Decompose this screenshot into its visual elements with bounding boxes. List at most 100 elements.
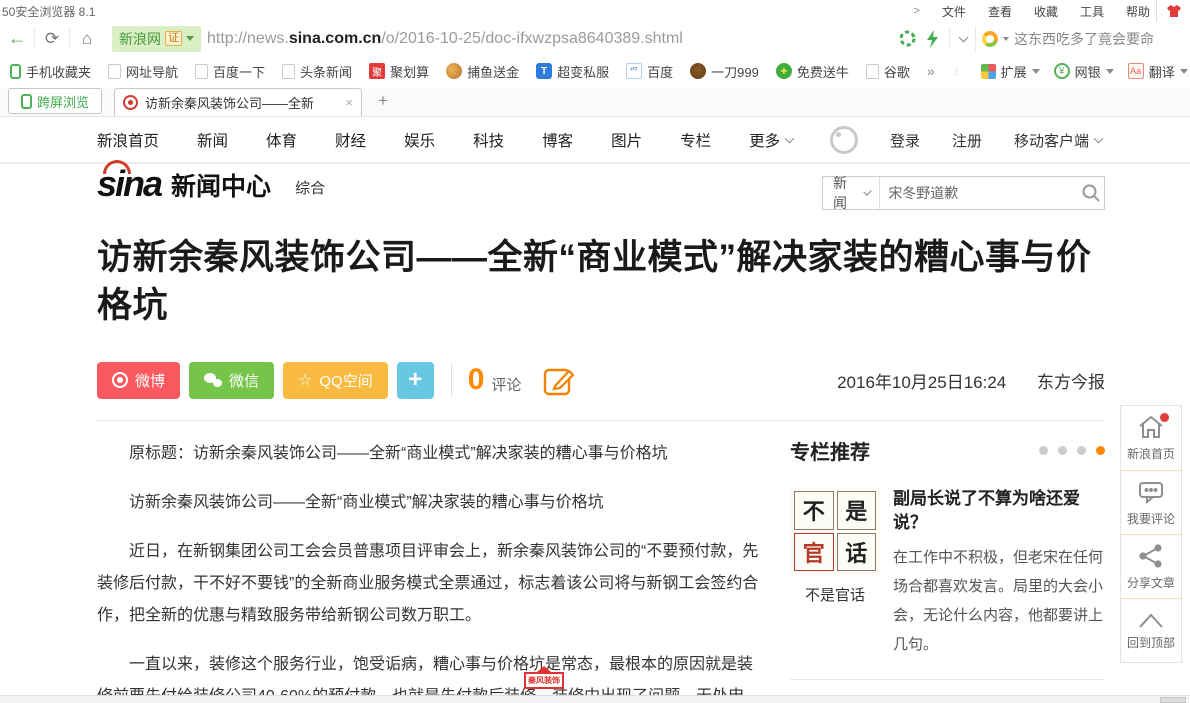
recommend-item[interactable]: 不 是 官 话 不是官话 副局长说了不算为啥还爱说？ 在工作中不积极，但老宋在任… (790, 487, 1105, 659)
menu-overflow-icon[interactable]: > (913, 5, 919, 17)
url-field[interactable]: http://news.sina.com.cn/o/2016-10-25/doc… (207, 30, 891, 48)
search-engine-dropdown-icon[interactable] (1003, 37, 1009, 41)
article-paragraph: 近日，在新钢集团公司工会会员普惠项目评审会上，新余秦风装饰公司的“不要预付款，先… (97, 536, 765, 632)
shirt-icon (1166, 4, 1182, 18)
tab-close-icon[interactable]: × (345, 95, 353, 110)
article-watermark: 秦风装饰 (524, 666, 564, 689)
calligraphy-image: 不 是 官 话 (790, 487, 880, 575)
home-button[interactable]: ⌂ (70, 26, 104, 52)
nav-sports[interactable]: 体育 (266, 129, 297, 151)
carousel-dot[interactable] (1077, 446, 1086, 455)
bookmark-baidu-search[interactable]: 百度一下 (195, 62, 265, 81)
recommend-thumbnail[interactable]: 不 是 官 话 不是官话 (790, 487, 880, 659)
share-more-button[interactable]: + (397, 362, 434, 399)
search-input[interactable] (880, 185, 1077, 201)
bookmark-free-cow[interactable]: + 免费送牛 (776, 62, 849, 81)
share-row: 微博 微信 ☆ QQ空间 + 0 评论 (97, 360, 575, 400)
bookmark-sifu[interactable]: T 超变私服 (536, 62, 609, 81)
thumbnail-caption: 不是官话 (790, 584, 880, 605)
bookmark-label: 百度 (647, 62, 673, 81)
wechat-icon (204, 373, 222, 387)
bookmark-label: 手机收藏夹 (26, 62, 91, 81)
cross-screen-button[interactable]: 跨屏浏览 (8, 88, 102, 114)
new-tab-button[interactable]: + (370, 89, 396, 113)
back-button[interactable]: ← (0, 26, 34, 52)
sina-logo[interactable]: sina (97, 166, 161, 202)
comment-label[interactable]: 评论 (491, 374, 521, 395)
paw-icon: 爫 (626, 63, 642, 79)
mobile-client-link[interactable]: 移动客户端 (1014, 130, 1102, 151)
toolbar-share[interactable]: 分享文章 (1121, 534, 1181, 598)
bottom-scrollbar[interactable] (0, 695, 1190, 703)
bookmarks-overflow-button[interactable]: » (927, 63, 935, 79)
nav-tech[interactable]: 科技 (473, 129, 504, 151)
site-identity-badge[interactable]: 新浪网 证 (112, 26, 201, 52)
share-weibo-button[interactable]: 微博 (97, 362, 180, 399)
nav-sina-home[interactable]: 新浪首页 (97, 129, 159, 151)
menu-tools[interactable]: 工具 (1080, 3, 1104, 20)
url-prefix: http://news. (207, 30, 289, 48)
menu-help[interactable]: 帮助 (1126, 3, 1150, 20)
pinwheel-icon[interactable] (899, 30, 916, 47)
phone-icon (10, 64, 21, 79)
bookmark-google[interactable]: 谷歌 (866, 62, 910, 81)
bookmark-nav-site[interactable]: 网址导航 (108, 62, 178, 81)
nav-ent[interactable]: 娱乐 (404, 129, 435, 151)
nav-photo[interactable]: 图片 (611, 129, 642, 151)
page-icon (866, 64, 879, 79)
translate-button[interactable]: Aa 翻译 (1128, 62, 1188, 81)
lightning-icon[interactable] (926, 30, 939, 48)
page-icon (282, 64, 295, 79)
search-button[interactable] (1077, 183, 1104, 203)
bookmark-toutiao[interactable]: 头条新闻 (282, 62, 352, 81)
bookmark-label: 谷歌 (884, 62, 910, 81)
skin-button[interactable] (1156, 0, 1190, 22)
menu-favorites[interactable]: 收藏 (1034, 3, 1058, 20)
recommend-item-title[interactable]: 副局长说了不算为啥还爱说？ (893, 487, 1105, 535)
toolbar-back-to-top[interactable]: 回到顶部 (1121, 598, 1181, 662)
search-category-select[interactable]: 新闻 (823, 177, 880, 209)
share-qzone-button[interactable]: ☆ QQ空间 (283, 362, 388, 399)
url-dropdown-icon[interactable] (959, 32, 969, 42)
refresh-button[interactable]: ⟳ (35, 26, 69, 52)
nav-finance[interactable]: 财经 (335, 129, 366, 151)
carousel-dot[interactable] (1039, 446, 1048, 455)
bookmark-fishing[interactable]: 捕鱼送金 (446, 62, 519, 81)
toolbar-sina-home[interactable]: 新浪首页 (1121, 406, 1181, 470)
nav-column[interactable]: 专栏 (680, 129, 711, 151)
bookmark-baidu[interactable]: 爫 百度 (626, 62, 673, 81)
bank-button[interactable]: ¥ 网银 (1054, 62, 1114, 81)
dropdown-icon[interactable] (1180, 69, 1188, 74)
carousel-dot[interactable] (1058, 446, 1067, 455)
bookmark-mobile-favorites[interactable]: 手机收藏夹 (10, 62, 91, 81)
menu-view[interactable]: 查看 (988, 3, 1012, 20)
carousel-dot-active[interactable] (1096, 446, 1105, 455)
nav-blog[interactable]: 博客 (542, 129, 573, 151)
write-comment-icon[interactable] (543, 364, 575, 396)
bookmark-label: 超变私服 (557, 62, 609, 81)
tab-active[interactable]: 访新余秦风装饰公司——全新 × (114, 88, 362, 116)
news-center-title[interactable]: 新闻中心 (171, 172, 271, 202)
bookmark-juhuasuan[interactable]: 聚 聚划算 (369, 62, 429, 81)
channel-label[interactable]: 综合 (295, 176, 325, 202)
bookmark-yidao999[interactable]: 一刀999 (690, 62, 759, 81)
menu-file[interactable]: 文件 (942, 3, 966, 20)
nav-news[interactable]: 新闻 (197, 129, 228, 151)
toolbar-comment[interactable]: 我要评论 (1121, 470, 1181, 534)
dropdown-icon[interactable] (1032, 69, 1040, 74)
nav-more[interactable]: 更多 (749, 129, 793, 151)
masthead: sina 新闻中心 综合 新闻 (97, 166, 1105, 230)
login-link[interactable]: 登录 (890, 130, 920, 151)
bookmark-label: 百度一下 (213, 62, 265, 81)
share-wechat-button[interactable]: 微信 (189, 362, 274, 399)
article-source[interactable]: 东方今报 (1037, 373, 1105, 392)
register-link[interactable]: 注册 (952, 130, 982, 151)
extensions-button[interactable]: 扩展 (981, 62, 1040, 81)
comment-count[interactable]: 0 (468, 363, 485, 397)
dropdown-icon[interactable] (1106, 69, 1114, 74)
site-nav: 新浪首页 新闻 体育 财经 娱乐 科技 博客 图片 专栏 更多 登录 注册 移动… (0, 118, 1190, 164)
quick-search-box[interactable]: 这东西吃多了竟会要命 (975, 27, 1190, 51)
search-engine-icon (982, 31, 998, 47)
scrollbar-thumb[interactable] (1160, 697, 1186, 703)
quick-search-text: 这东西吃多了竟会要命 (1014, 29, 1154, 49)
